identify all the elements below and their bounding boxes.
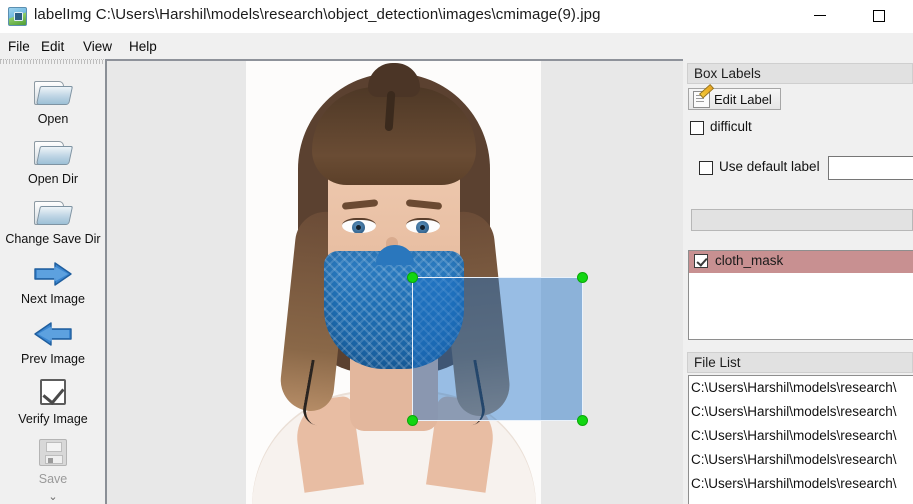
folder-icon xyxy=(0,74,106,110)
floppy-save-icon xyxy=(0,434,106,470)
list-item[interactable]: C:\Users\Harshil\models\research\ xyxy=(691,400,913,424)
toolbar-label-open-dir: Open Dir xyxy=(27,172,79,186)
bbox-handle-bottom-left[interactable] xyxy=(408,416,417,425)
difficult-checkbox-label: difficult xyxy=(710,119,752,134)
toolbar-button-verify-image[interactable]: Verify Image xyxy=(0,374,106,426)
toolbar-button-open[interactable]: Open xyxy=(0,74,106,126)
label-combo-disabled xyxy=(691,209,913,231)
close-button[interactable]: ✕ xyxy=(906,0,913,32)
toolbar-button-change-save-dir[interactable]: Change Save Dir xyxy=(0,194,106,246)
window-title: labelImg C:\Users\Harshil\models\researc… xyxy=(34,6,601,23)
toolbar-label-prev-image: Prev Image xyxy=(21,352,85,366)
list-item[interactable]: cloth_mask xyxy=(689,251,913,273)
folder-icon xyxy=(0,134,106,170)
default-label-input[interactable] xyxy=(828,156,913,180)
chevron-down-icon[interactable]: ⌄ xyxy=(0,490,106,503)
use-default-label-checkbox-box xyxy=(699,161,713,175)
edit-label-button-text: Edit Label xyxy=(714,92,772,107)
label-item-name: cloth_mask xyxy=(715,253,784,268)
minimize-button[interactable] xyxy=(802,0,848,32)
list-item[interactable]: C:\Users\Harshil\models\research\ xyxy=(691,448,913,472)
toolbar-label-open: Open xyxy=(37,112,69,126)
box-labels-title: Box Labels xyxy=(687,63,913,84)
toolbar-button-save[interactable]: Save xyxy=(0,434,106,486)
toolbar-drag-handle[interactable] xyxy=(0,60,106,64)
edit-pencil-icon xyxy=(693,91,710,108)
bbox-handle-top-right[interactable] xyxy=(578,273,587,282)
right-dock-panel: Box Labels Edit Label difficult Use defa… xyxy=(683,59,913,504)
photo-eye-right xyxy=(406,218,440,233)
use-default-label-checkbox-label: Use default label xyxy=(719,159,820,174)
folder-icon xyxy=(0,194,106,230)
file-list[interactable]: C:\Users\Harshil\models\research\ C:\Use… xyxy=(688,375,913,504)
left-toolbar: Open Open Dir Change Save Dir Next Image… xyxy=(0,59,106,504)
toolbar-label-verify-image: Verify Image xyxy=(18,412,88,426)
label-item-checkbox[interactable] xyxy=(694,254,708,268)
menu-item-view[interactable]: View xyxy=(78,37,117,56)
toolbar-button-open-dir[interactable]: Open Dir xyxy=(0,134,106,186)
toolbar-label-next-image: Next Image xyxy=(21,292,85,306)
box-labels-list[interactable]: cloth_mask xyxy=(688,250,913,340)
photo-eye-left xyxy=(342,218,376,233)
menu-item-file[interactable]: File xyxy=(3,37,35,56)
toolbar-button-prev-image[interactable]: Prev Image xyxy=(0,314,106,366)
minimize-icon xyxy=(814,15,826,16)
file-list-title: File List xyxy=(687,352,913,373)
bbox-handle-bottom-right[interactable] xyxy=(578,416,587,425)
arrow-left-icon xyxy=(0,314,106,350)
menu-item-help[interactable]: Help xyxy=(124,37,162,56)
labelimg-window: labelImg C:\Users\Harshil\models\researc… xyxy=(0,0,913,504)
edit-label-button[interactable]: Edit Label xyxy=(688,88,781,110)
maximize-button[interactable] xyxy=(860,0,906,32)
list-item[interactable]: C:\Users\Harshil\models\research\ xyxy=(691,376,913,400)
toolbar-label-change-save-dir: Change Save Dir xyxy=(5,232,101,246)
image-canvas[interactable] xyxy=(107,59,683,504)
list-item[interactable]: C:\Users\Harshil\models\research\ xyxy=(691,424,913,448)
maximize-icon xyxy=(873,10,885,22)
list-item[interactable]: C:\Users\Harshil\models\research\ xyxy=(691,472,913,496)
arrow-right-icon xyxy=(0,254,106,290)
toolbar-button-next-image[interactable]: Next Image xyxy=(0,254,106,306)
menu-item-edit[interactable]: Edit xyxy=(36,37,69,56)
bbox-handle-top-left[interactable] xyxy=(408,273,417,282)
difficult-checkbox-box xyxy=(690,121,704,135)
labelimg-app-icon xyxy=(8,7,27,26)
bounding-box-cloth-mask[interactable] xyxy=(408,273,587,425)
menu-bar: File Edit View Help xyxy=(0,33,913,59)
title-bar: labelImg C:\Users\Harshil\models\researc… xyxy=(0,0,913,33)
toolbar-label-save: Save xyxy=(38,472,68,486)
checkbox-check-icon xyxy=(0,374,106,410)
